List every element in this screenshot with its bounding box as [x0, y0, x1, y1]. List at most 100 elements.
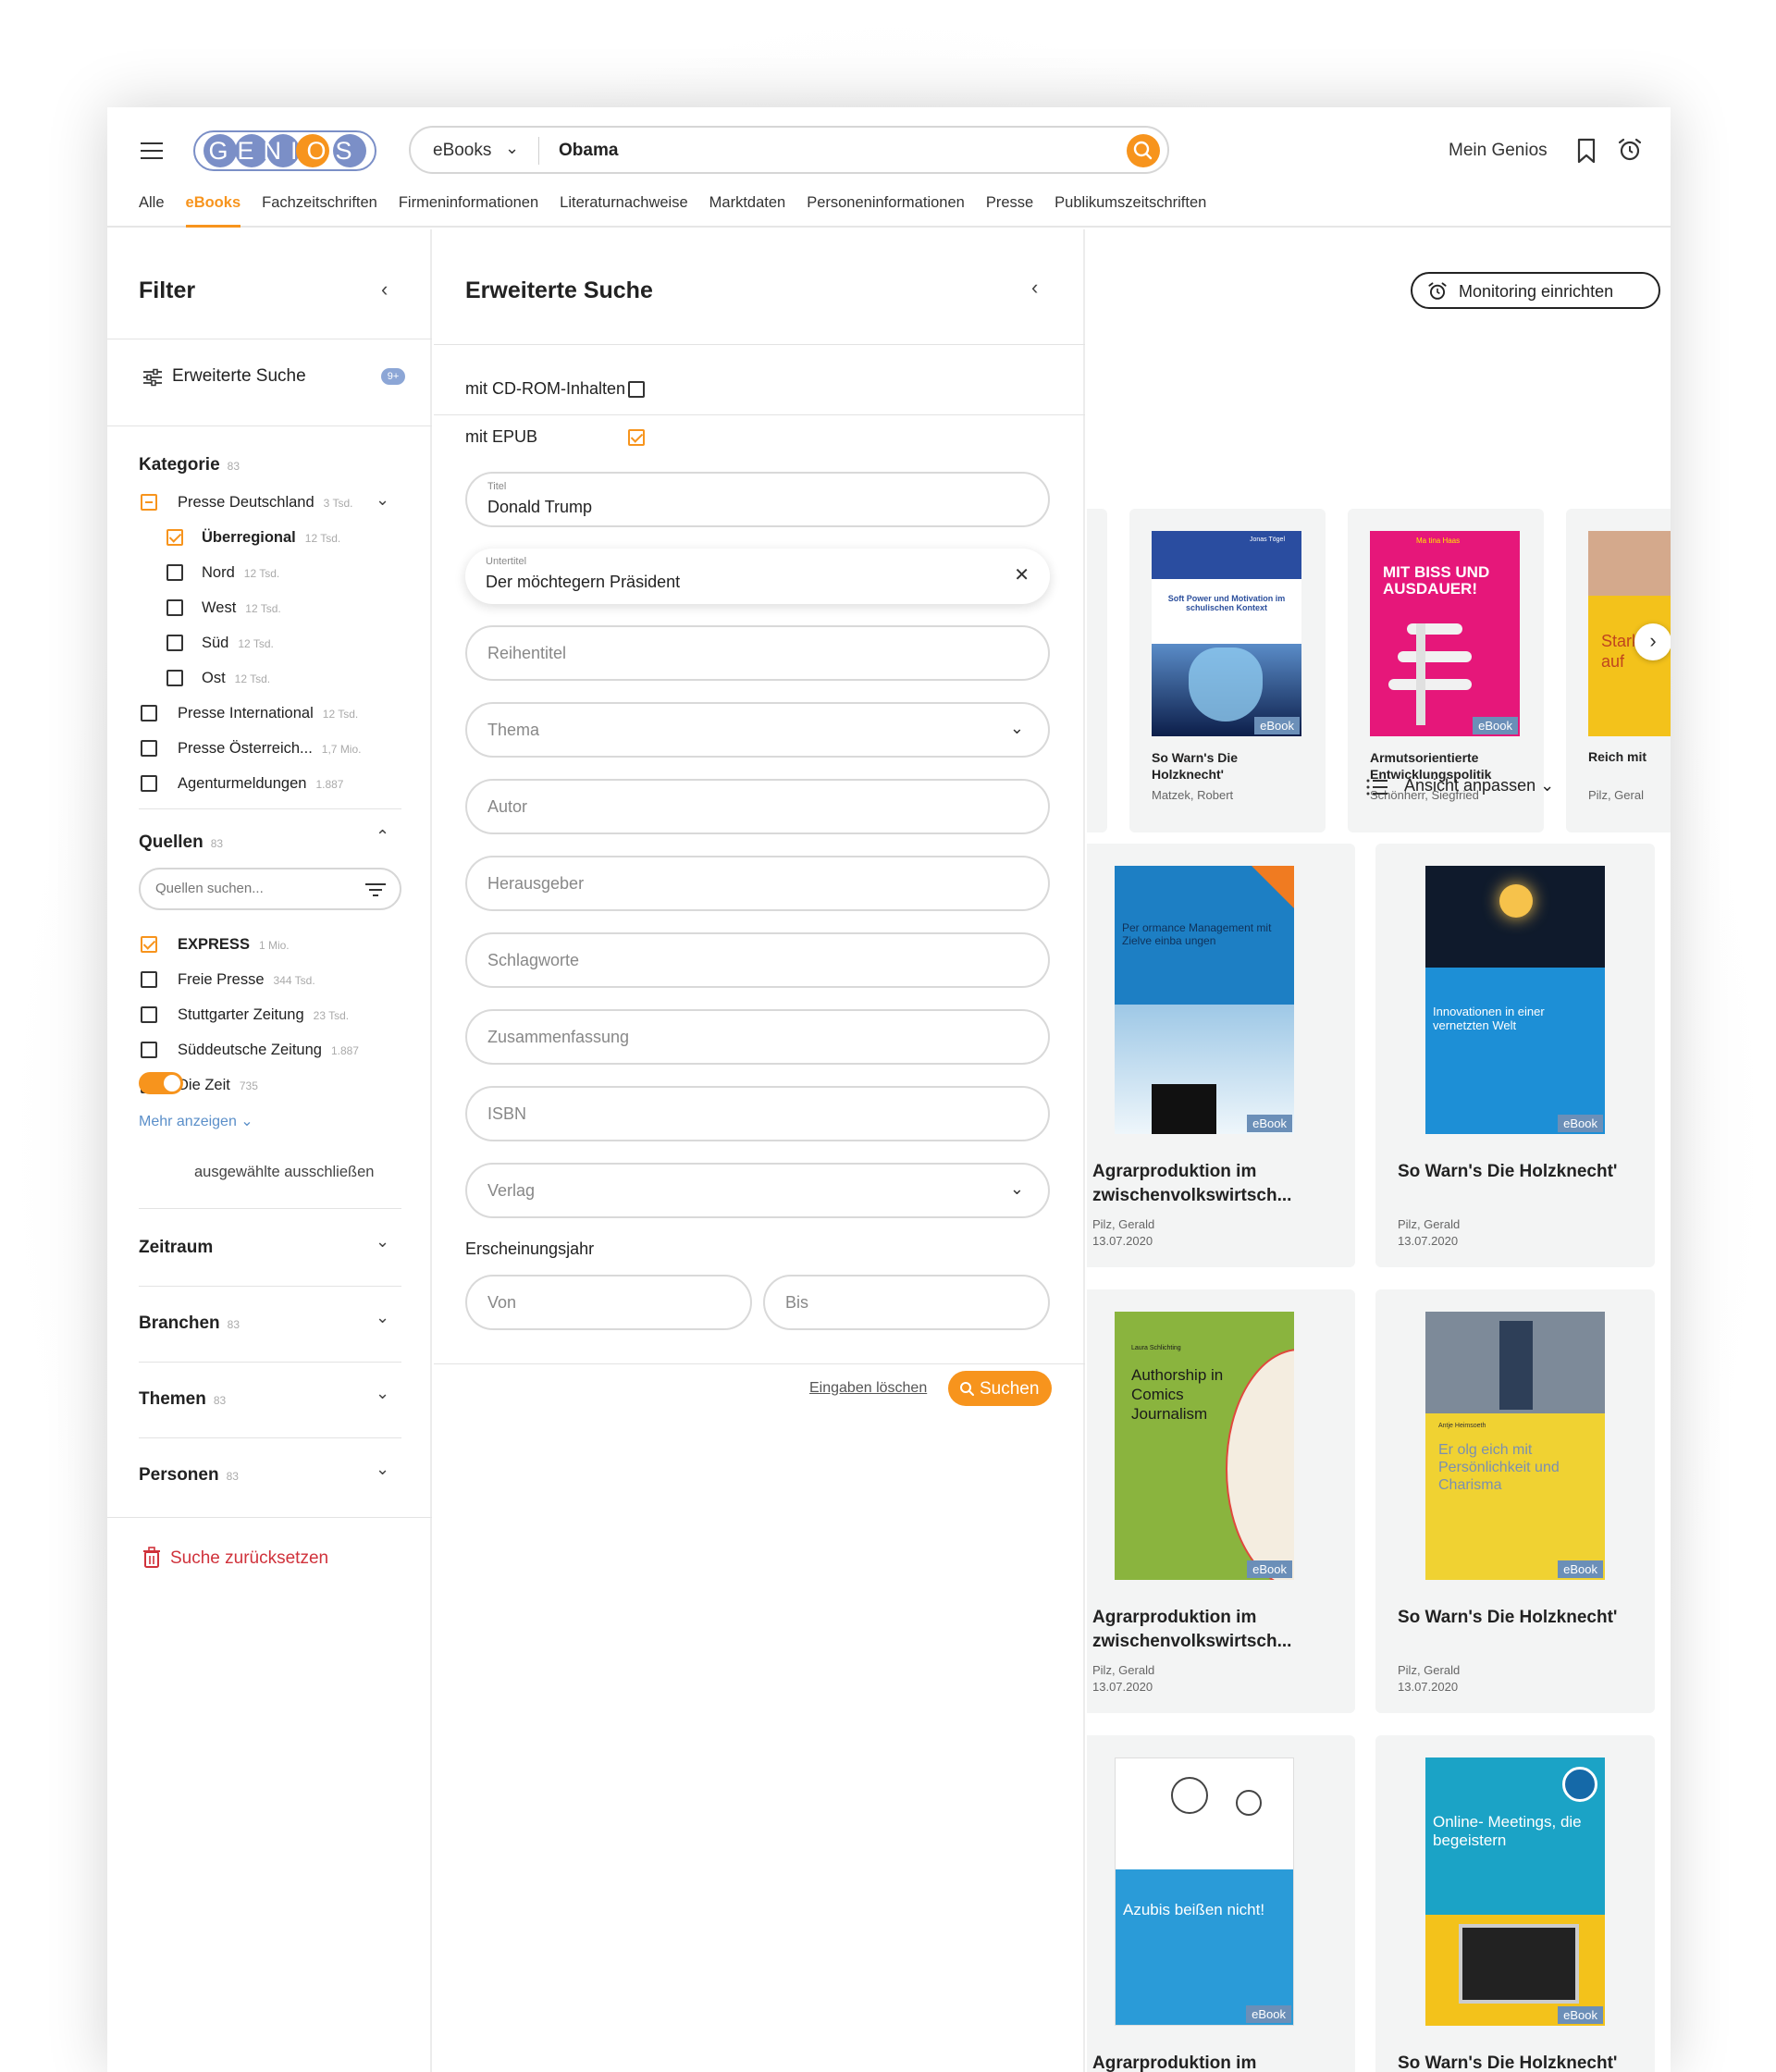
card-title[interactable]: Agrarproduktion im zwischenvolkswirtsch.… [1092, 2052, 1342, 2072]
checkbox-freie-presse[interactable] [141, 971, 157, 988]
list-icon[interactable] [1366, 779, 1388, 796]
card-title[interactable]: Agrarproduktion im zwischenvolkswirtsch.… [1092, 1606, 1342, 1654]
checkbox-ost[interactable] [166, 670, 183, 686]
checkbox-nord[interactable] [166, 564, 183, 581]
year-to-field[interactable]: Bis [763, 1275, 1050, 1330]
kategorie-item[interactable]: Überregional 12 Tsd. [202, 529, 340, 547]
checkbox-express[interactable] [141, 936, 157, 953]
checkbox-presse-international[interactable] [141, 705, 157, 722]
checkbox-cd-rom[interactable] [628, 381, 645, 398]
chevron-down-icon[interactable]: ⌄ [376, 490, 389, 510]
themen-title[interactable]: Themen 83 [139, 1389, 226, 1410]
kategorie-item[interactable]: Nord 12 Tsd. [202, 564, 279, 582]
result-card[interactable]: Laura Schlichting Authorship in Comics J… [1087, 1289, 1355, 1713]
chevron-down-icon[interactable]: ⌄ [376, 1232, 389, 1252]
verlag-select[interactable]: Verlag ⌄ [465, 1163, 1050, 1218]
zusammenfassung-field[interactable]: Zusammenfassung [465, 1009, 1050, 1065]
chevron-up-icon[interactable]: ⌃ [376, 827, 389, 846]
quellen-item[interactable]: EXPRESS 1 Mio. [178, 936, 290, 954]
quellen-item[interactable]: Süddeutsche Zeitung 1.887 [178, 1042, 359, 1059]
search-submit-button[interactable]: Suchen [948, 1371, 1052, 1406]
checkbox-presse-deutschland[interactable] [141, 494, 157, 511]
tab-publikumszeitschriften[interactable]: Publikumszeitschriften [1054, 194, 1206, 228]
chevron-down-icon[interactable]: ⌄ [376, 1384, 389, 1403]
kategorie-title[interactable]: Kategorie 83 [139, 455, 240, 475]
book-cover[interactable]: Per ormance Management mit Zielve einba … [1115, 866, 1294, 1134]
tab-fachzeitschriften[interactable]: Fachzeitschriften [262, 194, 377, 228]
result-card[interactable]: Azubis beißen nicht! eBook Agrarprodukti… [1087, 1735, 1355, 2072]
quellen-item[interactable]: Die Zeit 735 [178, 1077, 258, 1094]
genios-logo[interactable]: GENIOS [192, 130, 377, 172]
kategorie-item[interactable]: Presse Österreich... 1,7 Mio. [178, 740, 361, 758]
card-title[interactable]: Reich mit [1588, 749, 1646, 764]
search-bar[interactable]: eBooks ⌄ Obama [409, 126, 1169, 174]
carousel-card[interactable]: Jonas Tögel Soft Power und Motivation im… [1129, 509, 1326, 832]
kategorie-item[interactable]: Presse Deutschland 3 Tsd. [178, 494, 352, 512]
monitoring-button[interactable]: Monitoring einrichten [1411, 272, 1660, 309]
adv-search-link[interactable]: Erweiterte Suche [172, 366, 306, 387]
result-card[interactable]: Online- Meetings, die begeistern eBook S… [1375, 1735, 1655, 2072]
tab-alle[interactable]: Alle [139, 194, 165, 228]
kategorie-item[interactable]: Agenturmeldungen 1.887 [178, 775, 343, 793]
search-scope[interactable]: eBooks [433, 141, 491, 161]
kategorie-item[interactable]: Presse International 12 Tsd. [178, 705, 358, 722]
account-link[interactable]: Mein Genios [1449, 141, 1548, 161]
chevron-down-icon[interactable]: ⌄ [376, 1308, 389, 1327]
quellen-item[interactable]: Stuttgarter Zeitung 23 Tsd. [178, 1006, 349, 1024]
checkbox-presse-oesterreich[interactable] [141, 740, 157, 757]
trash-icon[interactable] [142, 1547, 161, 1569]
collapse-filter-icon[interactable]: ‹ [381, 278, 388, 302]
book-cover[interactable]: Laura Schlichting Authorship in Comics J… [1115, 1312, 1294, 1580]
collapse-advanced-icon[interactable]: ‹ [1031, 276, 1038, 300]
card-title[interactable]: So Warn's Die Holzknecht' [1398, 2052, 1647, 2072]
checkbox-sued[interactable] [166, 635, 183, 651]
autor-field[interactable]: Autor [465, 779, 1050, 834]
zeitraum-title[interactable]: Zeitraum [139, 1238, 220, 1258]
result-card[interactable]: Antje Heimsoeth Er olg eich mit Persönli… [1375, 1289, 1655, 1713]
result-card[interactable]: Innovationen in einer vernetzten Welt eB… [1375, 844, 1655, 1267]
menu-icon[interactable] [141, 142, 163, 159]
reset-search-link[interactable]: Suche zurücksetzen [170, 1548, 328, 1569]
checkbox-sueddeutsche-zeitung[interactable] [141, 1042, 157, 1058]
carousel-next-button[interactable]: › [1634, 623, 1671, 660]
card-title[interactable]: So Warn's Die Holzknecht' [1152, 749, 1309, 783]
tab-firmeninformationen[interactable]: Firmeninformationen [399, 194, 538, 228]
clear-inputs-link[interactable]: Eingaben löschen [809, 1380, 927, 1397]
branchen-title[interactable]: Branchen 83 [139, 1314, 240, 1334]
card-title[interactable]: So Warn's Die Holzknecht' [1398, 1606, 1647, 1630]
checkbox-stuttgarter-zeitung[interactable] [141, 1006, 157, 1023]
book-cover[interactable]: Jonas Tögel Soft Power und Motivation im… [1152, 531, 1301, 736]
exclude-toggle[interactable] [139, 1072, 183, 1094]
mehr-anzeigen-link[interactable]: Mehr anzeigen ⌄ [139, 1112, 253, 1130]
alarm-icon[interactable] [1617, 137, 1643, 163]
result-card[interactable]: Per ormance Management mit Zielve einba … [1087, 844, 1355, 1267]
kategorie-item[interactable]: Süd 12 Tsd. [202, 635, 274, 652]
checkbox-ueberregional[interactable] [166, 529, 183, 546]
schlagworte-field[interactable]: Schlagworte [465, 932, 1050, 988]
isbn-field[interactable]: ISBN [465, 1086, 1050, 1141]
personen-title[interactable]: Personen 83 [139, 1465, 239, 1486]
tab-literaturnachweise[interactable]: Literaturnachweise [560, 194, 688, 228]
untertitel-field[interactable]: Untertitel Der möchtegern Präsident ✕ [465, 549, 1050, 604]
filter-icon[interactable] [364, 882, 387, 897]
book-cover[interactable]: Innovationen in einer vernetzten Welt eB… [1425, 866, 1605, 1134]
book-cover[interactable]: Ma tina Haas MIT BISS UND AUSDAUER! eBoo… [1370, 531, 1520, 736]
quellen-title[interactable]: Quellen 83 [139, 832, 223, 853]
tab-personeninformationen[interactable]: Personeninformationen [807, 194, 965, 228]
kategorie-item[interactable]: Ost 12 Tsd. [202, 670, 270, 687]
clear-icon[interactable]: ✕ [1014, 563, 1030, 586]
book-cover[interactable]: Azubis beißen nicht! eBook [1115, 1758, 1294, 2026]
year-from-field[interactable]: Von [465, 1275, 752, 1330]
checkbox-epub[interactable] [628, 429, 645, 446]
search-button[interactable] [1127, 134, 1160, 167]
quellen-search-input[interactable]: Quellen suchen... [139, 868, 401, 910]
card-title[interactable]: So Warn's Die Holzknecht' [1398, 1160, 1647, 1184]
book-cover[interactable]: Online- Meetings, die begeistern eBook [1425, 1758, 1605, 2026]
view-settings-dropdown[interactable]: Ansicht anpassen ⌄ [1404, 776, 1554, 796]
titel-field[interactable]: Titel Donald Trump [465, 472, 1050, 527]
book-cover[interactable]: Antje Heimsoeth Er olg eich mit Persönli… [1425, 1312, 1605, 1580]
carousel-card-partial[interactable] [1087, 509, 1107, 832]
kategorie-item[interactable]: West 12 Tsd. [202, 599, 281, 617]
herausgeber-field[interactable]: Herausgeber [465, 856, 1050, 911]
carousel-card[interactable]: Stark u auf Reich mit Pilz, Geral [1566, 509, 1671, 832]
